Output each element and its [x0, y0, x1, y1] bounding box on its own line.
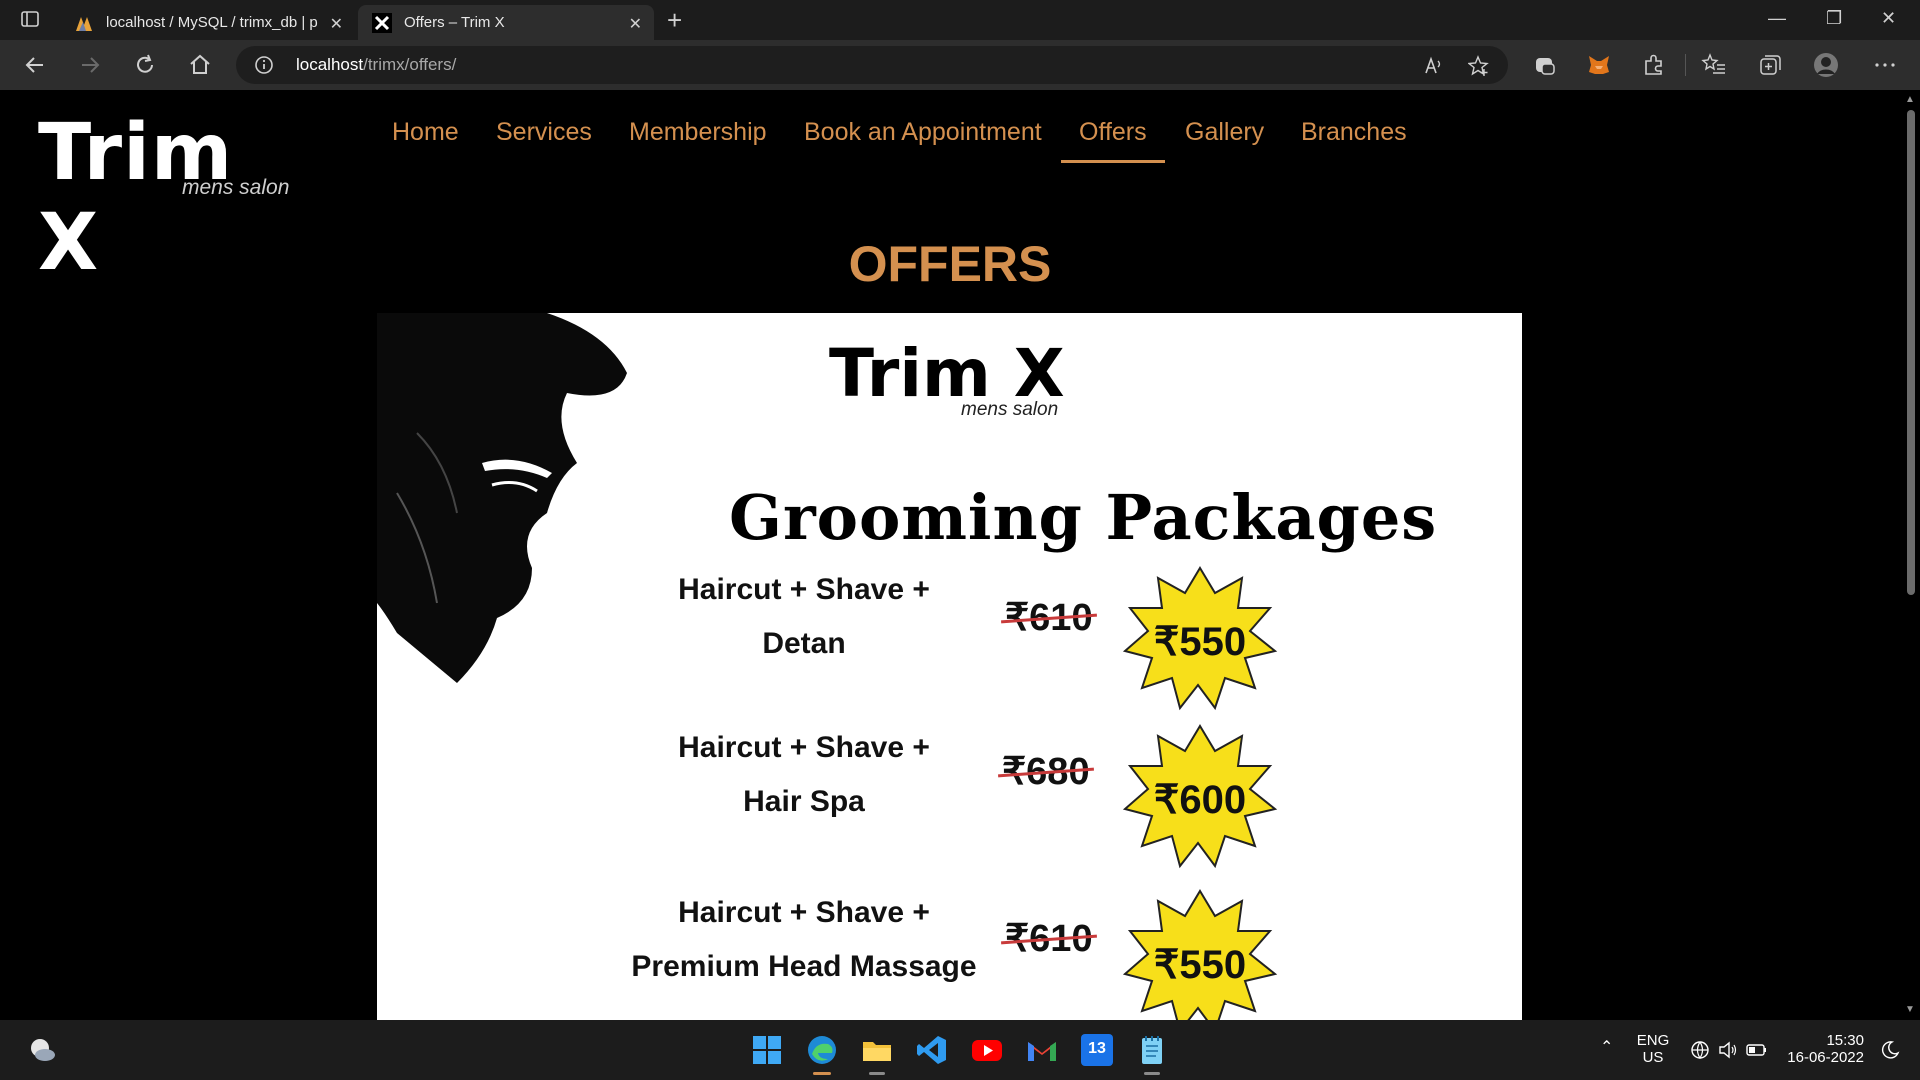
close-window-button[interactable]: ✕ — [1881, 8, 1896, 29]
bearded-man-silhouette — [377, 313, 627, 683]
poster-heading: Grooming Packages — [729, 481, 1438, 554]
nav-home[interactable]: Home — [392, 118, 459, 147]
offer-poster-image: Trim X mens salon Grooming Packages Hair… — [377, 313, 1522, 1020]
new-price: ₹600 — [1153, 778, 1247, 822]
refresh-icon[interactable] — [132, 52, 158, 78]
home-icon[interactable] — [187, 52, 213, 78]
nav-offers[interactable]: Offers — [1061, 118, 1165, 163]
running-app-indicator — [869, 1072, 885, 1075]
close-tab-icon[interactable]: ✕ — [330, 14, 343, 34]
toolbar-divider — [1685, 54, 1686, 76]
forward-icon[interactable] — [77, 52, 103, 78]
close-tab-icon[interactable]: ✕ — [629, 14, 642, 34]
clock-date: 16-06-2022 — [1787, 1049, 1864, 1066]
windows-start-icon[interactable] — [751, 1034, 783, 1066]
new-price: ₹550 — [1153, 943, 1247, 987]
package-name: Haircut + Shave + Hair Spa — [604, 721, 1004, 829]
file-explorer-icon[interactable] — [861, 1034, 893, 1066]
network-icon[interactable] — [1690, 1040, 1710, 1060]
old-price: ₹680 — [998, 749, 1094, 794]
url-host: localhost — [296, 55, 364, 74]
url-path: /trimx/offers/ — [363, 55, 457, 74]
nav-services[interactable]: Services — [496, 118, 592, 147]
active-app-indicator — [813, 1072, 831, 1075]
logo-subtitle: mens salon — [182, 176, 290, 199]
calendar-day: 13 — [1088, 1040, 1106, 1057]
vscode-icon[interactable] — [916, 1034, 948, 1066]
tab-title: localhost / MySQL / trimx_db | p — [106, 14, 318, 31]
more-options-icon[interactable] — [1872, 52, 1898, 78]
package-name: Haircut + Shave + Detan — [604, 563, 1004, 671]
nav-book-appointment[interactable]: Book an Appointment — [804, 118, 1042, 147]
trim-x-icon — [372, 13, 392, 33]
package-line-2: Detan — [762, 627, 846, 660]
old-price: ₹610 — [1001, 595, 1097, 640]
extension-icon[interactable] — [1532, 52, 1558, 78]
package-name: Haircut + Shave + Premium Head Massage — [604, 886, 1004, 994]
price-burst: ₹550 — [1120, 563, 1280, 713]
old-price: ₹610 — [1001, 916, 1097, 961]
tab-offers[interactable]: Offers – Trim X ✕ — [358, 5, 654, 40]
package-line-1: Haircut + Shave + — [678, 896, 930, 929]
package-line-2: Hair Spa — [743, 785, 865, 818]
new-tab-button[interactable]: + — [667, 5, 682, 36]
running-app-indicator — [1144, 1072, 1160, 1075]
region-code: US — [1642, 1049, 1664, 1066]
extensions-puzzle-icon[interactable] — [1641, 52, 1667, 78]
info-icon[interactable] — [254, 55, 274, 75]
clock-time: 15:30 — [1826, 1032, 1864, 1049]
windows-taskbar: 13 ⌃ ENG US 15:30 16-06-2022 — [0, 1020, 1920, 1080]
tab-phpmyadmin[interactable]: localhost / MySQL / trimx_db | p ✕ — [60, 5, 355, 40]
price-burst: ₹600 — [1120, 721, 1280, 871]
page-scrollbar[interactable]: ▲ ▼ — [1900, 90, 1920, 1020]
nav-branches[interactable]: Branches — [1301, 118, 1407, 147]
address-bar[interactable]: localhost/trimx/offers/ — [236, 46, 1508, 84]
nav-membership[interactable]: Membership — [629, 118, 767, 147]
add-favorite-icon[interactable] — [1468, 55, 1490, 77]
weather-icon[interactable] — [26, 1034, 58, 1066]
package-line-1: Haircut + Shave + — [678, 573, 930, 606]
scrollbar-thumb[interactable] — [1907, 110, 1915, 595]
url-text[interactable]: localhost/trimx/offers/ — [296, 55, 456, 75]
browser-toolbar: localhost/trimx/offers/ — [0, 40, 1920, 90]
package-line-2: Premium Head Massage — [631, 950, 977, 983]
scroll-down-icon[interactable]: ▼ — [1905, 1004, 1915, 1015]
poster-logo-subtitle: mens salon — [961, 399, 1059, 420]
scroll-up-icon[interactable]: ▲ — [1905, 94, 1915, 105]
package-line-1: Haircut + Shave + — [678, 731, 930, 764]
collections-icon[interactable] — [1757, 52, 1783, 78]
focus-assist-icon[interactable] — [1880, 1040, 1900, 1060]
new-price: ₹550 — [1153, 620, 1247, 664]
site-logo[interactable]: Trim X mens salon — [38, 108, 308, 288]
web-page: Trim X mens salon Home Services Membersh… — [0, 90, 1900, 1020]
youtube-icon[interactable] — [971, 1034, 1003, 1066]
language-indicator[interactable]: ENG US — [1632, 1032, 1674, 1066]
gmail-icon[interactable] — [1026, 1034, 1058, 1066]
browser-tab-bar: localhost / MySQL / trimx_db | p ✕ Offer… — [0, 0, 1920, 40]
profile-avatar[interactable] — [1813, 52, 1839, 78]
volume-icon[interactable] — [1718, 1040, 1738, 1060]
calendar-icon[interactable]: 13 — [1081, 1034, 1113, 1066]
clock[interactable]: 15:30 16-06-2022 — [1784, 1032, 1864, 1066]
metamask-icon[interactable] — [1586, 52, 1612, 78]
restore-button[interactable]: ❐ — [1826, 8, 1842, 29]
read-aloud-icon[interactable] — [1423, 55, 1445, 77]
back-icon[interactable] — [22, 52, 48, 78]
notepad-icon[interactable] — [1136, 1034, 1168, 1066]
tab-actions-icon[interactable] — [20, 9, 40, 29]
page-title: OFFERS — [848, 236, 1052, 292]
tab-title: Offers – Trim X — [404, 14, 505, 31]
minimize-button[interactable]: — — [1768, 8, 1786, 29]
nav-gallery[interactable]: Gallery — [1185, 118, 1264, 147]
favorites-icon[interactable] — [1701, 52, 1727, 78]
language-code: ENG — [1636, 1032, 1670, 1049]
price-burst: ₹550 — [1120, 886, 1280, 1020]
edge-icon[interactable] — [806, 1034, 838, 1066]
battery-icon[interactable] — [1746, 1040, 1768, 1060]
phpmyadmin-icon — [76, 17, 92, 31]
show-hidden-icons[interactable]: ⌃ — [1600, 1037, 1613, 1057]
